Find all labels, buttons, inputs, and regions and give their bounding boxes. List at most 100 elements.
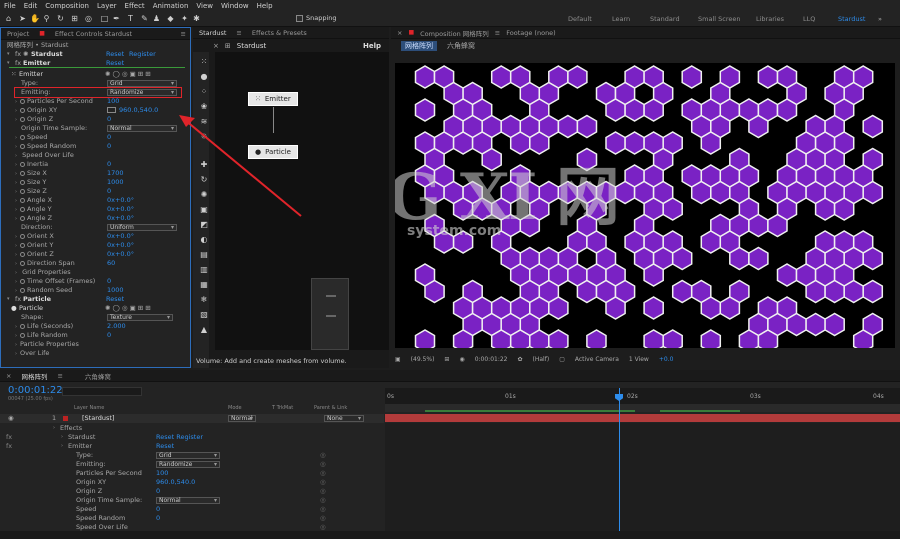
- prop-origin-xy[interactable]: › Origin XY 960.0,540.0: [1, 106, 191, 115]
- subtab-grid-array[interactable]: 网格阵列: [401, 41, 437, 51]
- prop-dropdown[interactable]: Uniform: [107, 224, 177, 231]
- effect-header[interactable]: ▾ fx ✺ Stardust Reset Register: [1, 50, 191, 59]
- prop-angle-y[interactable]: › Angle Y 0x+0.0°: [1, 205, 191, 214]
- layer-duration-bar[interactable]: [385, 414, 900, 422]
- layer-mode-dropdown[interactable]: Normal: [228, 415, 256, 422]
- emitter-add-icon[interactable]: ⁙: [197, 55, 211, 68]
- timeline-prop-row[interactable]: Type:Grid◎: [0, 451, 384, 460]
- tab-stardust[interactable]: Stardust: [199, 29, 226, 37]
- prop-angle-x[interactable]: › Angle X 0x+0.0°: [1, 196, 191, 205]
- panel-menu-icon[interactable]: ≡: [181, 30, 186, 38]
- prop-random-seed[interactable]: › Random Seed 1000: [1, 286, 191, 295]
- work-area-bar[interactable]: [385, 404, 900, 412]
- tab-footage[interactable]: Footage (none): [506, 29, 555, 37]
- timeline-zoom-bar[interactable]: [0, 531, 900, 539]
- menu-edit[interactable]: Edit: [24, 2, 38, 10]
- prop-angle-z[interactable]: › Angle Z 0x+0.0°: [1, 214, 191, 223]
- selection-tool-icon[interactable]: ➤: [18, 14, 27, 23]
- prop-grid-properties[interactable]: › Grid Properties: [1, 268, 191, 277]
- shade-add-icon[interactable]: ◐: [197, 233, 211, 246]
- prop-value[interactable]: 0: [107, 115, 111, 124]
- type-tool-icon[interactable]: T: [126, 14, 135, 23]
- prop-inertia[interactable]: › Inertia 0: [1, 160, 191, 169]
- prop-dropdown[interactable]: Texture: [107, 314, 173, 321]
- menu-view[interactable]: View: [196, 2, 213, 10]
- stamp-tool-icon[interactable]: ♟: [152, 14, 161, 23]
- eraser-tool-icon[interactable]: ◆: [166, 14, 175, 23]
- prop-size-z[interactable]: › Size Z0: [1, 187, 191, 196]
- timecode[interactable]: 0:00:01:22: [8, 385, 63, 396]
- prop-dropdown[interactable]: Normal: [107, 125, 177, 132]
- particle-group-header[interactable]: ▾ fx Particle Reset: [1, 295, 191, 304]
- camera-tool-icon[interactable]: ⊞: [70, 14, 79, 23]
- timeline-prop-value[interactable]: 0: [156, 514, 160, 523]
- help-button[interactable]: Help: [363, 42, 381, 50]
- prop-value[interactable]: 1700: [107, 169, 124, 178]
- zoom-tool-icon[interactable]: ⚲: [42, 14, 51, 23]
- film-add-icon[interactable]: ▥: [197, 263, 211, 276]
- prop-value[interactable]: 0: [107, 331, 111, 340]
- prop-value[interactable]: 0: [107, 277, 111, 286]
- more-workspaces-icon[interactable]: »: [878, 15, 882, 23]
- timeline-prop-row[interactable]: Speed 0 ◎: [0, 505, 384, 514]
- puppet-tool-icon[interactable]: ✱: [192, 14, 201, 23]
- region-icon[interactable]: ▢: [559, 356, 565, 363]
- workspace-learn[interactable]: Learn: [612, 15, 630, 23]
- timeline-prop-row[interactable]: fx › Emitter Reset: [0, 442, 384, 451]
- rectangle-tool-icon[interactable]: □: [100, 14, 109, 23]
- lock-icon[interactable]: ■: [39, 30, 45, 37]
- particle-prop[interactable]: › Over Life: [1, 349, 191, 358]
- prop-value[interactable]: 960.0,540.0: [119, 106, 158, 115]
- tab-effect-controls[interactable]: Effect Controls Stardust: [55, 30, 132, 38]
- menu-window[interactable]: Window: [221, 2, 249, 10]
- playhead[interactable]: [619, 388, 620, 533]
- particle-prop[interactable]: Shape: Texture: [1, 313, 191, 322]
- exposure-value[interactable]: +0.0: [659, 356, 674, 363]
- prop-dropdown[interactable]: Grid: [107, 80, 177, 87]
- menu-composition[interactable]: Composition: [45, 2, 89, 10]
- workspace-stardust[interactable]: Stardust: [838, 15, 865, 23]
- timeline-prop-value[interactable]: 0: [156, 487, 160, 496]
- timeline-prop-value[interactable]: Reset: [156, 442, 174, 451]
- tab-composition[interactable]: Composition 网格阵列: [420, 28, 489, 38]
- panel-menu-icon[interactable]: ≡: [495, 29, 500, 37]
- grid-toggle-icon[interactable]: ⊞: [444, 356, 449, 363]
- prop-speed[interactable]: › Speed 0: [1, 133, 191, 142]
- sphere-add-icon[interactable]: ●: [197, 70, 211, 83]
- prop-value[interactable]: 0x+0.0°: [107, 196, 134, 205]
- prop-value[interactable]: 0: [107, 133, 111, 142]
- time-ruler[interactable]: 0s 01s 02s 03s 04s: [385, 388, 900, 404]
- snow-add-icon[interactable]: ❄: [197, 293, 211, 306]
- pen-tool-icon[interactable]: ✒: [112, 14, 121, 23]
- menu-layer[interactable]: Layer: [97, 2, 117, 10]
- zoom-level[interactable]: (49.5%): [411, 356, 435, 363]
- prop-speed-random[interactable]: › Speed Random 0: [1, 142, 191, 151]
- prop-value[interactable]: 1000: [107, 286, 124, 295]
- pan-behind-icon[interactable]: ◎: [84, 14, 93, 23]
- roto-tool-icon[interactable]: ✦: [180, 14, 189, 23]
- prop-value[interactable]: 100: [107, 97, 119, 106]
- home-icon[interactable]: ⌂: [4, 14, 13, 23]
- prop-orient-y[interactable]: › Orient Y 0x+0.0°: [1, 241, 191, 250]
- timeline-prop-row[interactable]: Origin XY 960.0,540.0 ◎: [0, 478, 384, 487]
- grid-icon[interactable]: ⊞: [225, 42, 231, 50]
- prop-size-x[interactable]: › Size X 1700: [1, 169, 191, 178]
- prop-orient-z[interactable]: › Orient Z 0x+0.0°: [1, 250, 191, 259]
- tab-menu-icon[interactable]: ≡: [236, 29, 241, 37]
- prop-value[interactable]: 0x+0.0°: [107, 205, 134, 214]
- color-picker-icon[interactable]: ✿: [518, 356, 523, 363]
- prop-time-offset-frames[interactable]: › Time Offset (Frames) 0: [1, 277, 191, 286]
- rotate-tool-icon[interactable]: ↻: [56, 14, 65, 23]
- current-time[interactable]: 0:00:01:22: [475, 356, 508, 363]
- particle-reset-button[interactable]: Reset: [106, 295, 124, 304]
- prop-value[interactable]: 2.000: [107, 322, 126, 331]
- timeline-prop-dropdown[interactable]: Normal: [156, 497, 220, 504]
- prop-value[interactable]: 0x+0.0°: [107, 232, 134, 241]
- timeline-prop-row[interactable]: › Effects: [0, 424, 384, 433]
- timeline-prop-row[interactable]: Origin Z 0 ◎: [0, 487, 384, 496]
- timeline-prop-value[interactable]: Reset Register: [156, 433, 203, 442]
- panel-menu-icon[interactable]: ≡: [57, 372, 62, 380]
- workspace-small-screen[interactable]: Small Screen: [698, 15, 740, 23]
- particle-prop[interactable]: › Life (Seconds) 2.000: [1, 322, 191, 331]
- prop-value[interactable]: 0x+0.0°: [107, 214, 134, 223]
